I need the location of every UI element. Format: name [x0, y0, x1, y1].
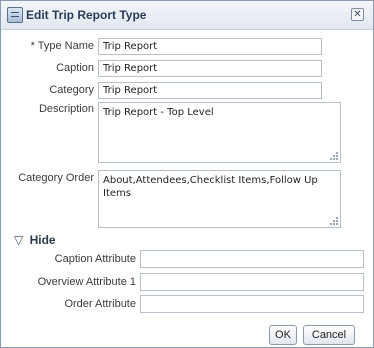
caption-input[interactable]: Trip Report [98, 60, 322, 77]
dialog-titlebar[interactable]: Edit Trip Report Type ✕ [1, 1, 373, 30]
category-order-textarea[interactable]: About,Attendees,Checklist Items,Follow U… [98, 170, 341, 228]
order-attribute-input[interactable] [140, 295, 364, 313]
overview-attribute-1-input[interactable] [140, 273, 364, 291]
resize-grip-icon[interactable] [329, 216, 338, 225]
caption-attribute-input[interactable] [140, 250, 364, 268]
dialog-title: Edit Trip Report Type [26, 8, 147, 22]
form-icon [7, 7, 23, 23]
ok-button[interactable]: OK [269, 325, 297, 345]
category-label: Category [49, 84, 94, 96]
caption-label: Caption [56, 62, 94, 74]
category-order-label: Category Order [18, 172, 94, 184]
edit-trip-report-type-dialog: Edit Trip Report Type ✕ * Type Name Trip… [0, 0, 374, 348]
type-name-label: * Type Name [11, 40, 94, 52]
hide-section-header[interactable]: ▽ Hide [14, 233, 56, 247]
close-icon[interactable]: ✕ [351, 8, 364, 21]
overview-attribute-1-label: Overview Attribute 1 [37, 276, 136, 288]
type-name-label-text: Type Name [37, 40, 94, 52]
resize-grip-icon[interactable] [329, 151, 338, 160]
required-indicator: * [30, 40, 35, 52]
triangle-down-icon[interactable]: ▽ [14, 233, 23, 247]
description-textarea[interactable]: Trip Report - Top Level [98, 102, 341, 163]
cancel-button[interactable]: Cancel [303, 325, 355, 345]
description-text: Trip Report - Top Level [103, 107, 214, 118]
category-input[interactable]: Trip Report [98, 82, 322, 99]
type-name-input[interactable]: Trip Report [98, 38, 322, 55]
caption-attribute-label: Caption Attribute [54, 253, 136, 265]
category-order-text: About,Attendees,Checklist Items,Follow U… [103, 175, 318, 199]
hide-section-title: Hide [29, 233, 56, 247]
order-attribute-label: Order Attribute [64, 298, 136, 310]
description-label: Description [38, 103, 94, 115]
